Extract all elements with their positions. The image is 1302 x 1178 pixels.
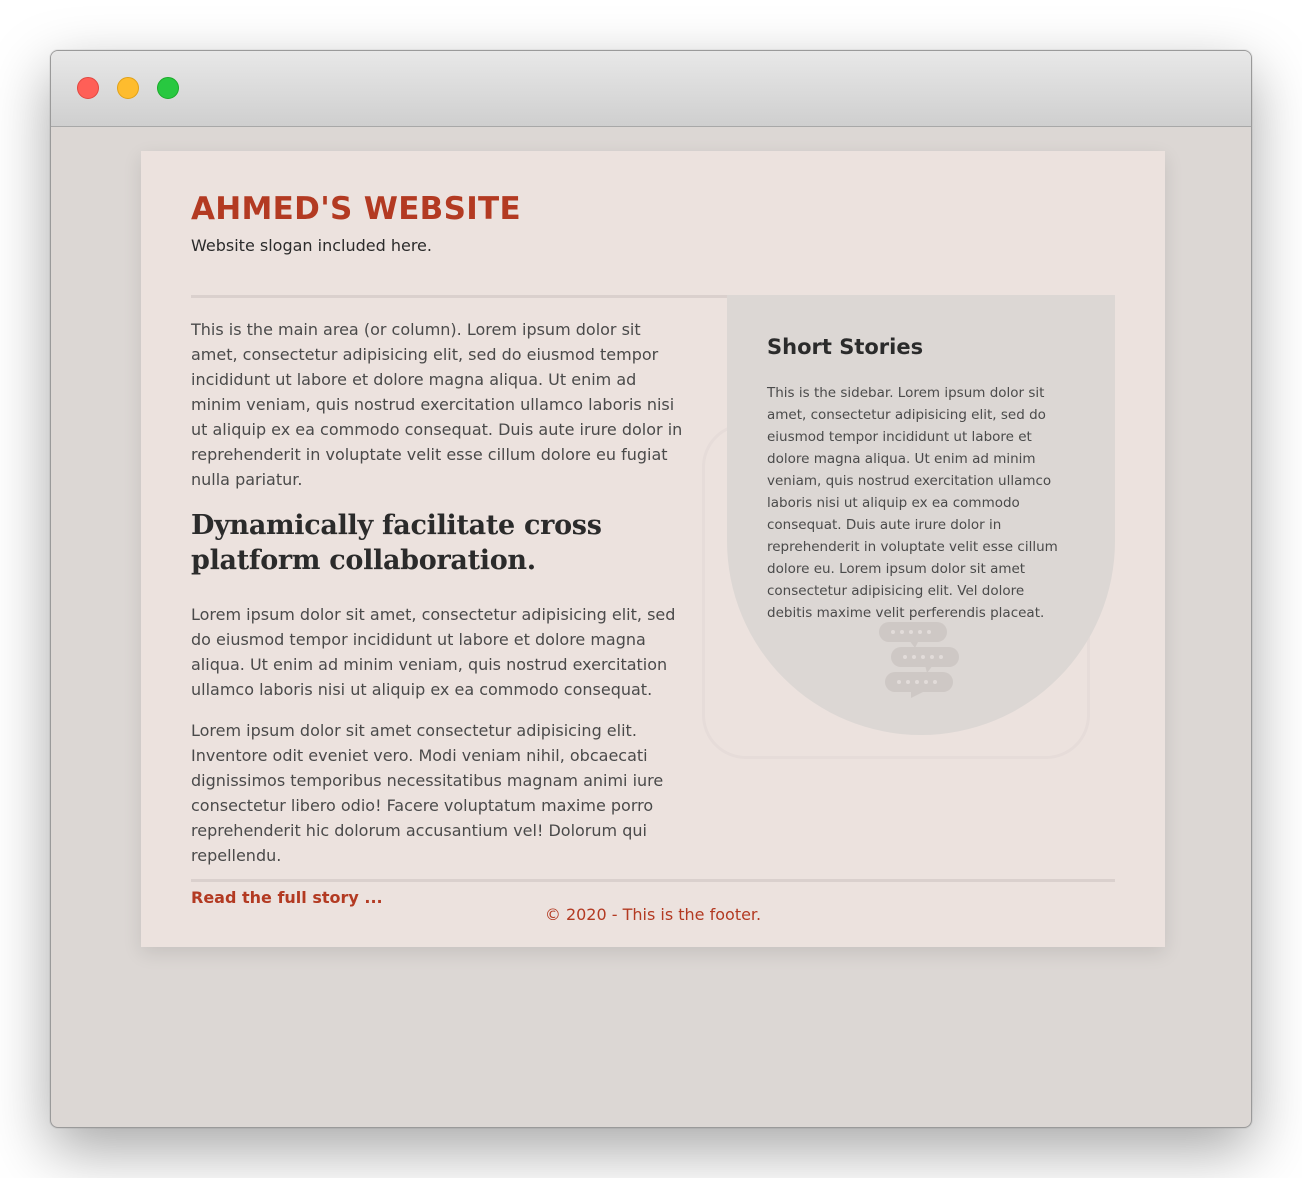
maximize-window-button[interactable] bbox=[157, 77, 179, 99]
footer-divider bbox=[191, 879, 1115, 882]
sidebar-text: This is the sidebar. Lorem ipsum dolor s… bbox=[767, 385, 1058, 621]
article-paragraph: Lorem ipsum dolor sit amet, consectetur … bbox=[191, 605, 676, 699]
sidebar: Short Stories This is the sidebar. Lorem… bbox=[727, 295, 1115, 735]
site-title: AHMED'S WEBSITE bbox=[191, 191, 521, 227]
intro-paragraph: This is the main area (or column). Lorem… bbox=[191, 320, 683, 489]
browser-window: AHMED'S WEBSITE Website slogan included … bbox=[50, 50, 1252, 1128]
close-window-button[interactable] bbox=[77, 77, 99, 99]
window-titlebar bbox=[51, 51, 1251, 127]
article-heading: Dynamically facilitate cross platform co… bbox=[191, 510, 602, 576]
sidebar-title: Short Stories bbox=[767, 335, 924, 359]
page-footer: © 2020 - This is the footer. bbox=[544, 905, 762, 924]
main-column: This is the main area (or column). Lorem… bbox=[191, 317, 691, 907]
web-page: AHMED'S WEBSITE Website slogan included … bbox=[141, 151, 1165, 947]
site-slogan: Website slogan included here. bbox=[191, 236, 432, 255]
chat-bubbles-icon bbox=[879, 622, 959, 698]
minimize-window-button[interactable] bbox=[117, 77, 139, 99]
article-paragraph: Lorem ipsum dolor sit amet consectetur a… bbox=[191, 721, 664, 865]
